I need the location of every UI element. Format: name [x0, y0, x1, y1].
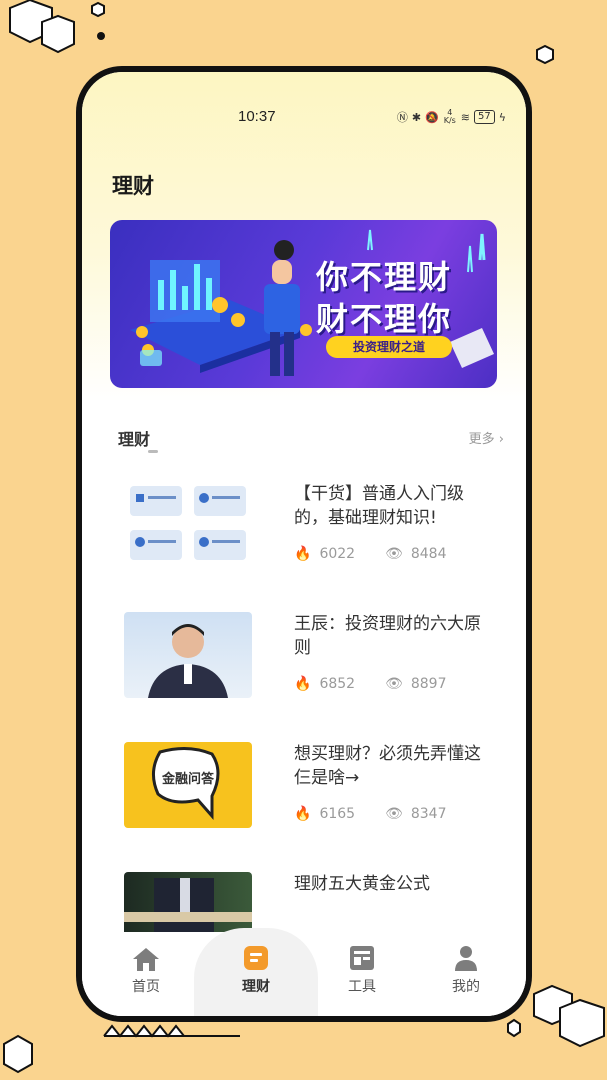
like-count: 6022 [319, 546, 356, 562]
view-count: 8484 [410, 546, 447, 562]
mute-icon: 🔕 [425, 110, 439, 124]
fire-icon: 🔥 [294, 546, 312, 562]
article-meta: 🔥 6165 👁 8347 [294, 806, 447, 822]
article-title: 【干货】普通人入门级的，基础理财知识! [294, 484, 464, 528]
bluetooth-icon: ✱ [411, 110, 422, 124]
like-count: 6852 [319, 676, 356, 692]
finance-icon [244, 946, 268, 970]
promo-banner[interactable]: 你不理财 财不理你 投资理财之道 [110, 220, 497, 388]
home-icon [133, 948, 159, 971]
eye-icon: 👁 [385, 676, 403, 692]
status-icons: Ⓝ ✱ 🔕 4 K/s ≋ 57 ϟ [397, 109, 506, 125]
like-count: 6165 [319, 806, 356, 822]
tab-label: 我的 [452, 979, 480, 995]
eye-icon: 👁 [385, 546, 403, 562]
app-screen: 10:37 Ⓝ ✱ 🔕 4 K/s ≋ 57 ϟ 理财 你不理财 财不理你 投资… [82, 72, 526, 1016]
tools-icon [350, 946, 374, 970]
wifi-icon: ≋ [460, 110, 470, 124]
article-thumbnail: 金融问答 [124, 742, 252, 828]
section-title: 理财 [118, 430, 151, 449]
status-time: 10:37 [238, 108, 276, 125]
bottom-tab-bar: 首页 理财 工具 我的 [82, 928, 526, 1016]
phone-frame: 10:37 Ⓝ ✱ 🔕 4 K/s ≋ 57 ϟ 理财 你不理财 财不理你 投资… [76, 66, 532, 1022]
banner-button[interactable]: 投资理财之道 [326, 336, 452, 358]
tab-home[interactable]: 首页 [106, 944, 186, 1004]
article-item[interactable]: 王辰：投资理财的六大原则 🔥 6852 👁 8897 [82, 612, 526, 722]
tab-finance[interactable]: 理财 [216, 944, 296, 1004]
net-speed: 4 K/s [443, 108, 456, 125]
tab-label: 工具 [348, 979, 376, 995]
nfc-icon: Ⓝ [396, 111, 408, 124]
article-title: 王辰：投资理财的六大原则 [294, 614, 481, 658]
article-meta: 🔥 6852 👁 8897 [294, 676, 447, 692]
eye-icon: 👁 [385, 806, 403, 822]
tab-label: 理财 [242, 979, 270, 995]
article-item[interactable]: 【干货】普通人入门级的，基础理财知识! 🔥 6022 👁 8484 [82, 482, 526, 592]
person-photo [148, 624, 228, 698]
more-label: 更多 [468, 432, 495, 447]
battery-icon: 57 [474, 110, 495, 124]
banner-headline-1: 你不理财 [316, 258, 453, 296]
banner-headline-2: 财不理你 [316, 300, 453, 338]
article-thumbnail [124, 482, 252, 568]
fire-icon: 🔥 [294, 676, 312, 692]
article-title: 想买理财？必须先弄懂这仨是啥→ [294, 744, 481, 788]
article-title: 理财五大黄金公式 [294, 874, 430, 894]
hexagon-decoration-top-right [536, 44, 554, 65]
article-thumbnail [124, 612, 252, 698]
page-title: 理财 [112, 174, 154, 198]
charging-icon: ϟ [498, 110, 506, 124]
user-icon [455, 946, 477, 971]
article-meta: 🔥 6022 👁 8484 [294, 546, 447, 562]
tab-label: 首页 [132, 979, 160, 995]
more-link[interactable]: 更多 › [469, 428, 504, 447]
fire-icon: 🔥 [294, 806, 312, 822]
status-bar: 10:37 Ⓝ ✱ 🔕 4 K/s ≋ 57 ϟ [82, 108, 526, 128]
article-item[interactable]: 金融问答 想买理财？必须先弄懂这仨是啥→ 🔥 6165 👁 8347 [82, 742, 526, 852]
view-count: 8347 [410, 806, 447, 822]
tab-me[interactable]: 我的 [426, 944, 506, 1004]
hexagon-decoration-bottom-left [3, 1034, 33, 1074]
hexagon-decoration-top-left [9, 0, 105, 54]
chevron-right-icon: › [498, 432, 504, 447]
section-title-indicator [148, 450, 158, 453]
speech-bubble-text: 金融问答 [162, 772, 215, 787]
cards-icon [130, 486, 246, 560]
section-header: 理财 更多 › [82, 412, 526, 453]
view-count: 8897 [410, 676, 447, 692]
tab-tools[interactable]: 工具 [322, 944, 402, 1004]
